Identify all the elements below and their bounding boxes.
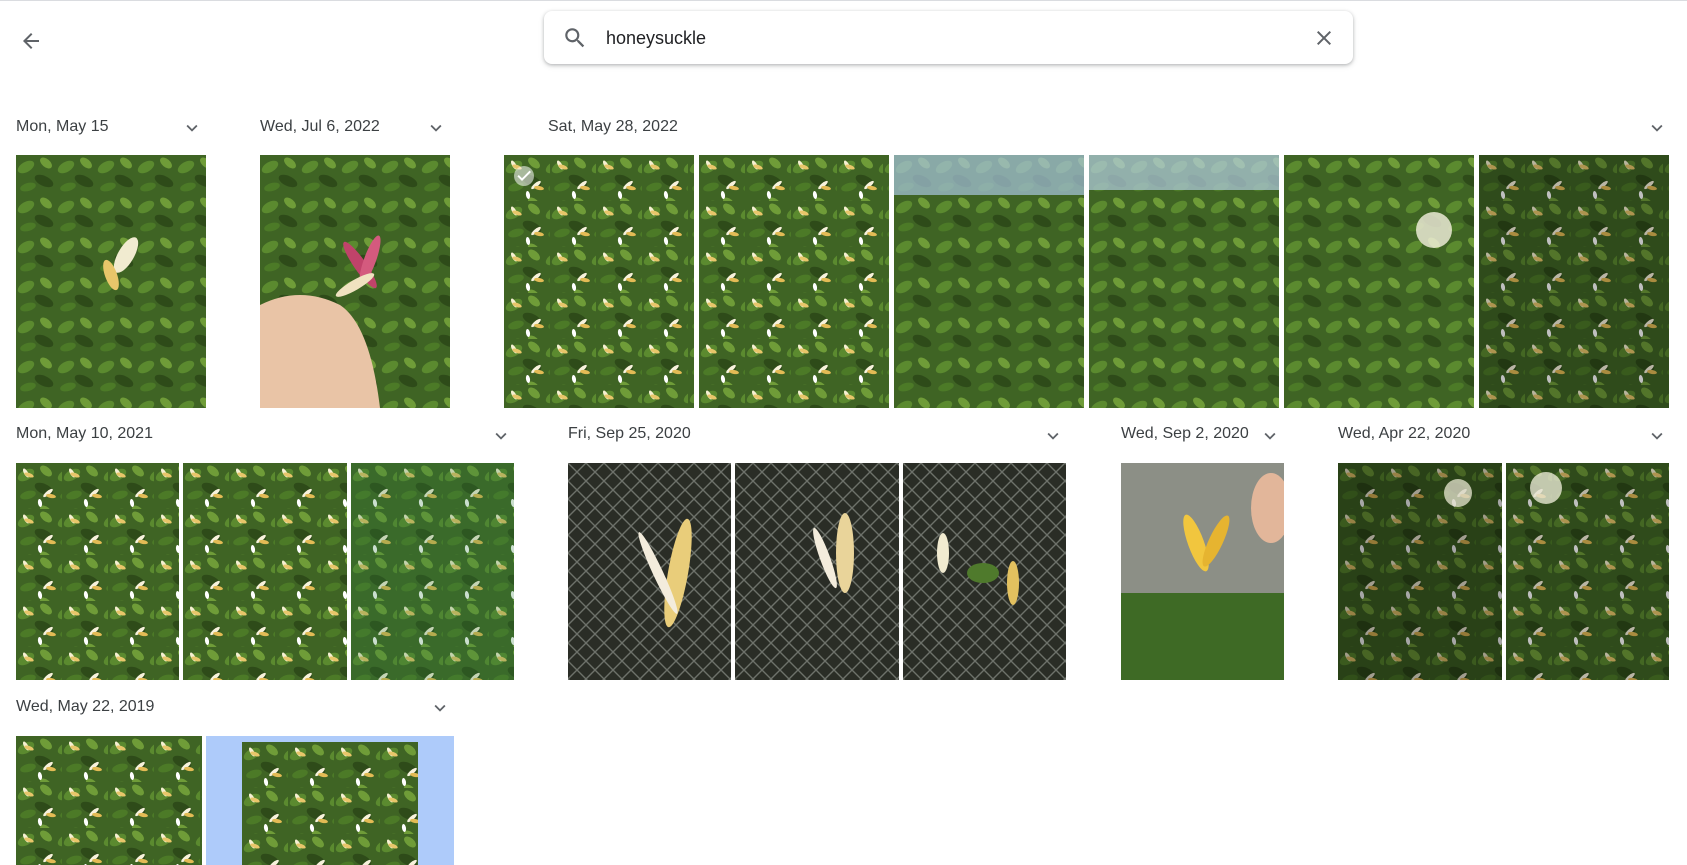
- photo-thumbnail[interactable]: [1479, 155, 1669, 408]
- close-icon: [1317, 31, 1331, 45]
- expand-group-button[interactable]: [1042, 425, 1064, 447]
- chevron-down-icon: [1259, 425, 1281, 447]
- photo-thumbnail[interactable]: [1121, 463, 1284, 680]
- group-date-label: Wed, Sep 2, 2020: [1121, 425, 1249, 442]
- selected-photo-frame[interactable]: [206, 736, 454, 865]
- photo-thumbnail[interactable]: [183, 463, 347, 680]
- date-group-header: Mon, May 15: [16, 114, 108, 140]
- group-date-label: Sat, May 28, 2022: [548, 118, 678, 135]
- group-date-label: Wed, Apr 22, 2020: [1338, 425, 1471, 442]
- group-date-label: Mon, May 10, 2021: [16, 425, 153, 442]
- date-group-header: Fri, Sep 25, 2020: [568, 421, 691, 447]
- arrow-back-icon: [23, 33, 39, 49]
- search-icon[interactable]: [562, 25, 588, 51]
- search-bar: [544, 11, 1353, 64]
- expand-group-button[interactable]: [1646, 117, 1668, 139]
- photo-thumbnail[interactable]: [16, 155, 206, 408]
- expand-group-button[interactable]: [181, 117, 203, 139]
- search-input[interactable]: [606, 23, 1286, 53]
- date-group-header: Wed, Sep 2, 2020: [1121, 421, 1249, 447]
- top-divider: [0, 0, 1687, 1]
- expand-group-button[interactable]: [490, 425, 512, 447]
- date-group-header: Mon, May 10, 2021: [16, 421, 153, 447]
- chevron-down-icon: [1646, 117, 1668, 139]
- chevron-down-icon: [490, 425, 512, 447]
- photo-thumbnail[interactable]: [1506, 463, 1669, 680]
- photo-thumbnail[interactable]: [1338, 463, 1502, 680]
- photo-thumbnail[interactable]: [260, 155, 450, 408]
- photo-thumbnail[interactable]: [16, 463, 179, 680]
- photo-thumbnail[interactable]: [1089, 155, 1279, 408]
- date-group-header: Wed, Jul 6, 2022: [260, 114, 380, 140]
- chevron-down-icon: [429, 697, 451, 719]
- photo-thumbnail[interactable]: [351, 463, 514, 680]
- expand-group-button[interactable]: [429, 697, 451, 719]
- expand-group-button[interactable]: [1259, 425, 1281, 447]
- photo-thumbnail[interactable]: [504, 155, 694, 408]
- clear-search-button[interactable]: [1311, 25, 1337, 51]
- expand-group-button[interactable]: [425, 117, 447, 139]
- expand-group-button[interactable]: [1646, 425, 1668, 447]
- group-date-label: Wed, Jul 6, 2022: [260, 118, 380, 135]
- photo-thumbnail[interactable]: [16, 736, 202, 865]
- photo-thumbnail[interactable]: [568, 463, 731, 680]
- date-group-header: Wed, May 22, 2019: [16, 694, 154, 720]
- chevron-down-icon: [425, 117, 447, 139]
- date-group-header: Wed, Apr 22, 2020: [1338, 421, 1470, 447]
- photo-thumbnail[interactable]: [699, 155, 889, 408]
- chevron-down-icon: [1646, 425, 1668, 447]
- photo-thumbnail[interactable]: [735, 463, 899, 680]
- group-date-label: Mon, May 15: [16, 118, 109, 135]
- check-circle-icon[interactable]: [512, 164, 536, 188]
- chevron-down-icon: [1042, 425, 1064, 447]
- photo-thumbnail[interactable]: [903, 463, 1066, 680]
- photo-thumbnail[interactable]: [1284, 155, 1474, 408]
- group-date-label: Wed, May 22, 2019: [16, 698, 155, 715]
- photo-thumbnail[interactable]: [894, 155, 1084, 408]
- back-button[interactable]: [14, 24, 48, 58]
- chevron-down-icon: [181, 117, 203, 139]
- group-date-label: Fri, Sep 25, 2020: [568, 425, 691, 442]
- date-group-header: Sat, May 28, 2022: [548, 114, 678, 140]
- photo-thumbnail[interactable]: [242, 742, 418, 865]
